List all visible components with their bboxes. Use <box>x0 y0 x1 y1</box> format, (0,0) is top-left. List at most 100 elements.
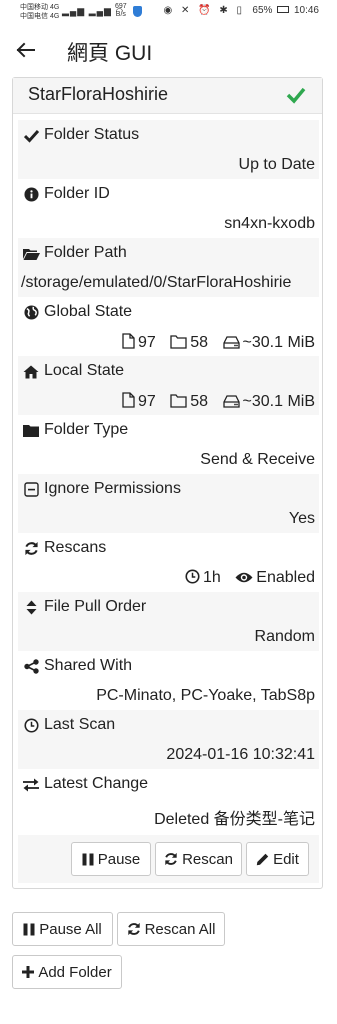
pencil-icon <box>256 853 269 866</box>
page-title: 網頁 GUI <box>67 42 153 65</box>
rescan-label: Rescan <box>182 850 233 868</box>
carrier-1: 中国移动 <box>20 4 48 11</box>
folder-name: StarFloraHoshirie <box>28 84 169 104</box>
check-icon <box>23 127 39 145</box>
watcher-status: Enabled <box>256 569 315 586</box>
row-latest-change: Latest Change Deleted 备份类型-笔记 <box>18 769 319 828</box>
row-value: Send & Receive <box>200 451 315 468</box>
row-value: Random <box>254 628 315 645</box>
add-folder-button[interactable]: Add Folder <box>12 955 122 989</box>
folder-count: 58 <box>190 393 209 410</box>
row-label: Local State <box>44 362 125 379</box>
folder-card-header[interactable]: StarFloraHoshirie <box>13 78 322 114</box>
sort-icon <box>23 599 39 617</box>
back-button[interactable] <box>10 34 42 66</box>
rescan-interval: 1h <box>203 569 221 586</box>
row-label: Folder Path <box>44 244 127 261</box>
refresh-icon <box>164 852 178 866</box>
speed-value: 697 <box>115 3 127 10</box>
row-file-pull-order: File Pull Order Random <box>18 592 319 651</box>
file-icon <box>122 333 135 349</box>
info-circle-icon <box>23 186 39 204</box>
edit-label: Edit <box>273 850 299 868</box>
shield-icon <box>133 6 142 17</box>
row-folder-path: Folder Path /storage/emulated/0/StarFlor… <box>18 238 319 297</box>
row-folder-type: Folder Type Send & Receive <box>18 415 319 474</box>
network-type-2: 4G <box>49 13 60 20</box>
row-value: PC-Minato, PC-Yoake, TabS8p <box>96 687 315 704</box>
plus-icon <box>22 966 35 978</box>
hdd-icon <box>222 395 240 408</box>
file-count: 97 <box>138 393 156 410</box>
folder-open-icon <box>23 245 40 263</box>
clock-icon <box>23 717 39 735</box>
row-last-scan: Last Scan 2024-01-16 10:32:41 <box>18 710 319 769</box>
carrier-info: 中国移动 4G 中国电信 4G <box>20 3 59 21</box>
rescan-all-label: Rescan All <box>144 920 216 938</box>
clock-icon <box>185 569 200 584</box>
network-type-1: 4G <box>49 4 60 11</box>
row-label: Global State <box>44 303 133 320</box>
row-value: Yes <box>288 510 315 527</box>
row-label: Folder Status <box>44 126 140 143</box>
carrier-2: 中国电信 <box>20 13 48 20</box>
exchange-icon <box>23 776 39 794</box>
row-global-state: Global State 97 58 ~30.1 MiB <box>18 297 319 356</box>
row-label: Folder ID <box>44 185 110 202</box>
check-icon <box>286 87 306 104</box>
row-label: Last Scan <box>44 716 116 733</box>
rescan-button[interactable]: Rescan <box>155 842 242 876</box>
arrow-left-icon <box>16 42 35 58</box>
row-value: 2024-01-16 10:32:41 <box>166 746 315 763</box>
row-ignore-permissions: Ignore Permissions Yes <box>18 474 319 533</box>
row-label: Ignore Permissions <box>44 480 181 497</box>
file-icon <box>122 392 135 408</box>
row-folder-id: Folder ID sn4xn-kxodb <box>18 179 319 238</box>
folder-count: 58 <box>190 334 209 351</box>
status-icons: ◉ ✕ ⏰ ✱ ▯ <box>163 5 245 16</box>
size-value: ~30.1 MiB <box>242 334 315 351</box>
row-label: Folder Type <box>44 421 129 438</box>
app-bar: 網頁 GUI <box>0 24 337 76</box>
pause-label: Pause <box>97 850 141 868</box>
pause-icon <box>23 923 35 936</box>
row-rescans: Rescans 1h Enabled <box>18 533 319 592</box>
row-label: File Pull Order <box>44 598 147 615</box>
clock-time: 10:46 <box>293 5 319 16</box>
pause-icon <box>82 853 94 866</box>
row-label: Rescans <box>44 539 107 556</box>
pause-all-label: Pause All <box>39 920 102 938</box>
home-icon <box>23 363 39 381</box>
add-folder-label: Add Folder <box>38 963 112 981</box>
network-speed: 697 B/s <box>115 3 127 19</box>
row-shared-with: Shared With PC-Minato, PC-Yoake, TabS8p <box>18 651 319 710</box>
row-label: Shared With <box>44 657 133 674</box>
battery-icon <box>277 6 290 13</box>
folder-actions: Pause Rescan Edit <box>18 835 319 883</box>
row-value-stats: 97 58 ~30.1 MiB <box>112 333 315 352</box>
row-value: /storage/emulated/0/StarFloraHoshirie <box>21 274 292 291</box>
battery-time: 65% 10:46 <box>252 5 319 16</box>
eye-icon <box>235 572 253 583</box>
pause-all-button[interactable]: Pause All <box>12 912 113 946</box>
row-folder-status: Folder Status Up to Date <box>18 120 319 179</box>
folder-outline-icon <box>170 335 187 349</box>
folder-icon <box>23 422 39 440</box>
edit-button[interactable]: Edit <box>246 842 309 876</box>
globe-icon <box>23 304 39 322</box>
folder-outline-icon <box>170 394 187 408</box>
row-local-state: Local State 97 58 ~30.1 MiB <box>18 356 319 415</box>
row-value: Deleted 备份类型-笔记 <box>154 811 315 828</box>
refresh-icon <box>127 922 141 936</box>
refresh-icon <box>23 540 39 558</box>
status-bar: 中国移动 4G 中国电信 4G ▂▄▆ ▂▄▆ ◠ 697 B/s ◉ ✕ ⏰ … <box>0 0 337 24</box>
row-value-rescans: 1h Enabled <box>175 569 315 587</box>
pause-button[interactable]: Pause <box>71 842 151 876</box>
row-value: sn4xn-kxodb <box>224 215 315 232</box>
minus-square-icon <box>23 481 39 499</box>
size-value: ~30.1 MiB <box>242 393 315 410</box>
rescan-all-button[interactable]: Rescan All <box>117 912 225 946</box>
row-value-stats: 97 58 ~30.1 MiB <box>112 392 315 411</box>
hdd-icon <box>222 336 240 349</box>
speed-unit: B/s <box>115 11 126 18</box>
